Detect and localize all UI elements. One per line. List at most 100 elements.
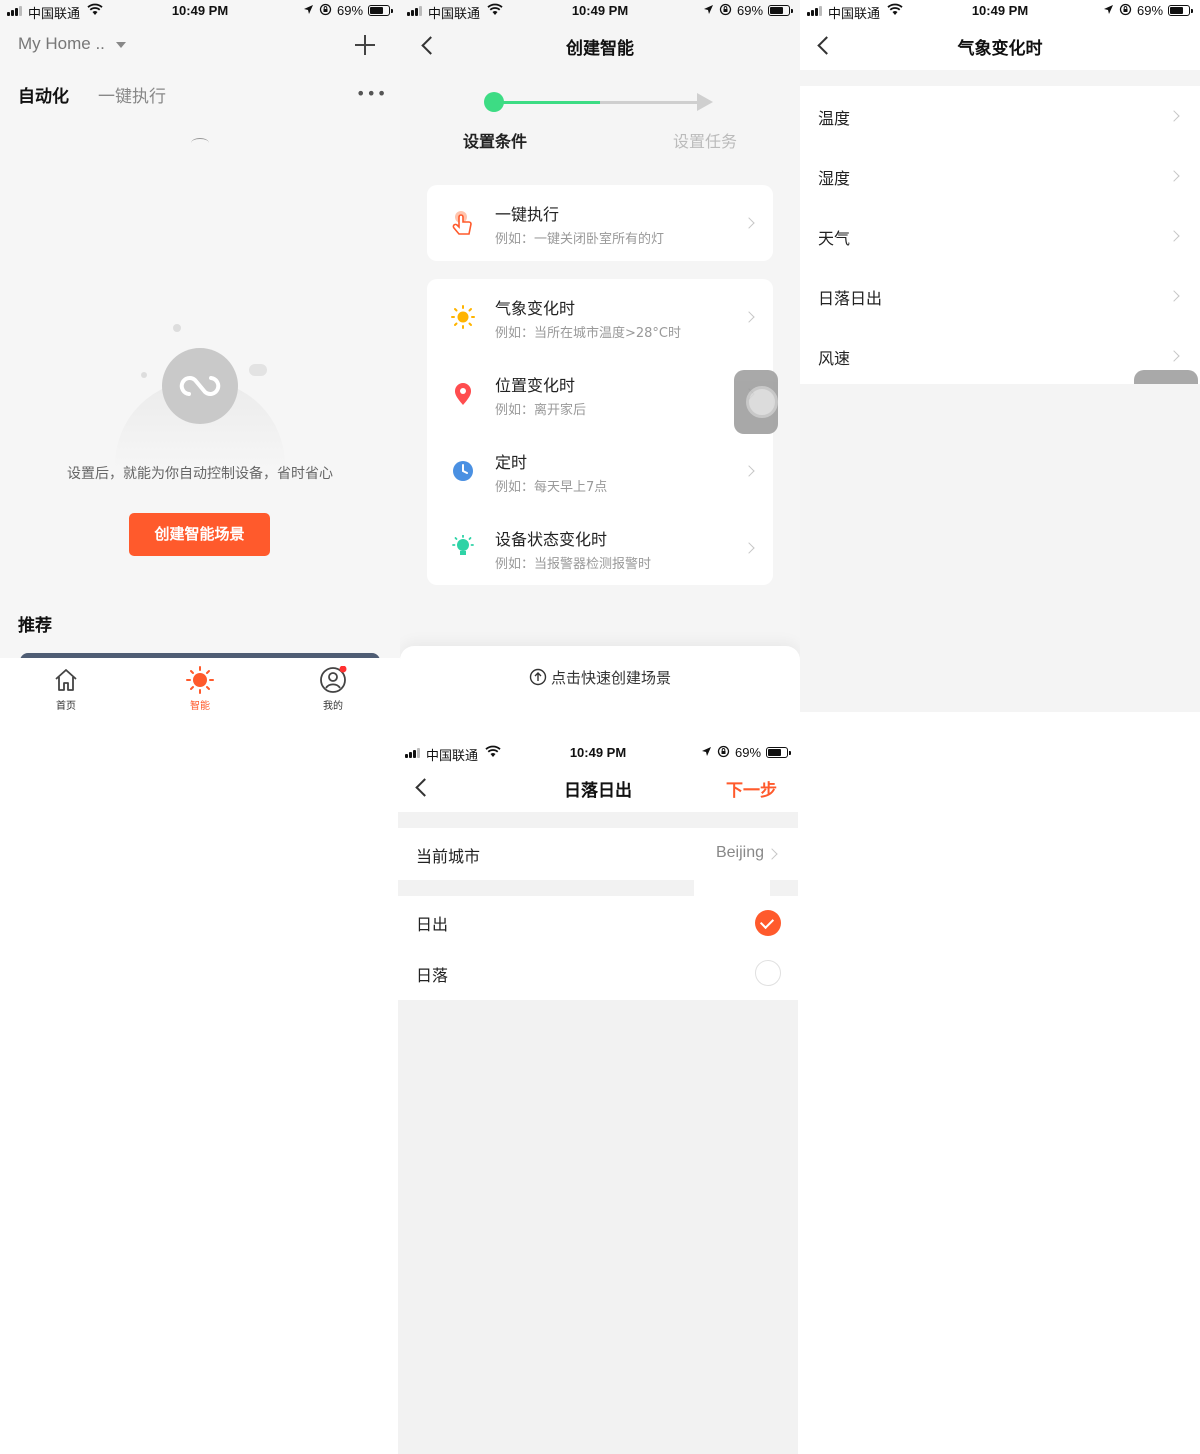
weather-option-weather[interactable]: 天气 <box>800 206 1200 266</box>
location-arrow-icon <box>1104 5 1113 14</box>
weather-option-humidity[interactable]: 湿度 <box>800 146 1200 206</box>
quick-create-row: 点击快速创建场景 <box>400 667 800 688</box>
chevron-right-icon <box>1168 110 1180 122</box>
condition-weather[interactable]: 气象变化时 例如：当所在城市温度>28°C时 <box>427 279 773 355</box>
progress-remaining <box>600 101 702 104</box>
option-label: 天气 <box>818 229 851 248</box>
chevron-right-icon <box>1168 290 1180 302</box>
city-label: 当前城市 <box>416 847 481 866</box>
home-icon <box>55 669 77 691</box>
loading-spinner-icon <box>191 138 209 148</box>
current-city-row[interactable]: 当前城市 Beijing <box>398 828 798 880</box>
assistive-touch-button[interactable] <box>1134 370 1198 384</box>
chevron-right-icon <box>743 465 755 477</box>
condition-title: 定时 <box>495 453 528 472</box>
location-arrow-icon <box>702 747 711 756</box>
option-label: 温度 <box>818 109 851 128</box>
clock-icon <box>453 461 473 481</box>
status-bar: 中国联通 10:49 PM 69% <box>400 0 800 22</box>
condition-desc: 例如：离开家后 <box>495 403 587 418</box>
weather-options-list: 温度 湿度 天气 日落日出 风速 <box>800 86 1200 384</box>
option-sunset[interactable]: 日落 <box>398 948 798 1000</box>
empty-illustration <box>115 320 285 470</box>
chevron-right-icon <box>743 542 755 554</box>
location-arrow-icon <box>304 5 313 14</box>
option-sunrise[interactable]: 日出 <box>398 896 798 948</box>
step-tasks: 设置任务 <box>672 132 737 151</box>
nav-mine[interactable]: 我的 <box>303 665 363 712</box>
automation-screen: 中国联通 10:49 PM 69% My Home .. 自动化 一键执行 ••… <box>0 0 400 712</box>
battery-icon <box>768 5 793 16</box>
home-label: My Home .. <box>18 34 105 53</box>
checked-icon <box>755 910 781 936</box>
sun-icon <box>451 305 475 329</box>
rotation-lock-icon <box>719 3 732 16</box>
separator-fragment <box>694 880 770 896</box>
nav-home-label: 首页 <box>56 701 76 712</box>
weather-change-screen: 中国联通 10:49 PM 69% 气象变化时 温度 湿度 天气 日落日出 风速 <box>800 0 1200 712</box>
battery-percent: 69% <box>737 3 764 18</box>
chevron-right-icon <box>1168 230 1180 242</box>
bottom-nav: 首页 智能 我的 <box>0 658 400 712</box>
empty-text: 设置后，就能为你自动控制设备，省时省心 <box>67 466 333 482</box>
quick-create-label: 点击快速创建场景 <box>550 669 671 687</box>
nav-home[interactable]: 首页 <box>36 666 96 712</box>
progress-done <box>494 101 600 104</box>
nav-smart-label: 智能 <box>190 701 210 712</box>
option-label: 日落 <box>416 966 449 985</box>
status-bar: 中国联通 10:49 PM 69% <box>398 742 798 764</box>
profile-icon <box>320 665 347 693</box>
battery-percent: 69% <box>337 3 364 18</box>
battery-percent: 69% <box>1137 3 1164 18</box>
chevron-right-icon <box>743 217 755 229</box>
rotation-lock-icon <box>319 3 332 16</box>
create-scene-button[interactable]: 创建智能场景 <box>129 513 270 556</box>
more-icon[interactable]: ••• <box>356 84 387 103</box>
condition-location[interactable]: 位置变化时 例如：离开家后 <box>427 356 773 432</box>
page-title: 创建智能 <box>566 39 634 59</box>
rotation-lock-icon <box>1119 3 1132 16</box>
condition-title: 气象变化时 <box>495 299 576 318</box>
recommend-heading: 推荐 <box>18 616 52 636</box>
loop-icon <box>179 376 221 396</box>
condition-timer[interactable]: 定时 例如：每天早上7点 <box>427 433 773 509</box>
weather-option-temperature[interactable]: 温度 <box>800 86 1200 146</box>
condition-desc: 例如：一键关闭卧室所有的灯 <box>495 232 665 247</box>
status-bar: 中国联通 10:49 PM 69% <box>0 0 400 22</box>
progress-dot <box>484 92 504 112</box>
location-arrow-icon <box>704 5 713 14</box>
battery-icon <box>368 5 393 16</box>
sun-options-list: 日出 日落 <box>398 896 798 1000</box>
quick-create-panel[interactable]: 点击快速创建场景 <box>400 646 800 712</box>
page-title: 气象变化时 <box>957 39 1043 59</box>
location-pin-icon <box>455 383 471 405</box>
unchecked-circle-icon <box>755 960 781 986</box>
assistive-touch-button[interactable] <box>734 370 778 434</box>
chevron-right-icon <box>743 311 755 323</box>
condition-title: 一键执行 <box>495 205 560 224</box>
rotation-lock-icon <box>717 745 730 758</box>
tab-automation[interactable]: 自动化 <box>18 82 69 107</box>
tab-one-click[interactable]: 一键执行 <box>98 82 166 107</box>
home-selector[interactable]: My Home .. <box>18 34 126 54</box>
condition-desc: 例如：当所在城市温度>28°C时 <box>495 326 682 341</box>
weather-option-sunset-sunrise[interactable]: 日落日出 <box>800 266 1200 326</box>
sun-icon <box>186 666 214 694</box>
condition-device[interactable]: 设备状态变化时 例如：当报警器检测报警时 <box>427 510 773 586</box>
conditions-list: 气象变化时 例如：当所在城市温度>28°C时 位置变化时 例如：离开家后 定时 … <box>427 279 773 585</box>
condition-one-click[interactable]: 一键执行 例如：一键关闭卧室所有的灯 <box>427 185 773 261</box>
condition-desc: 例如：每天早上7点 <box>495 480 608 495</box>
condition-title: 设备状态变化时 <box>495 530 608 549</box>
arrow-up-circle-icon <box>529 668 547 686</box>
option-label: 日落日出 <box>818 289 883 308</box>
next-button[interactable]: 下一步 <box>726 776 777 801</box>
option-label: 日出 <box>416 915 449 934</box>
nav-mine-label: 我的 <box>323 701 343 712</box>
city-value: Beijing <box>715 844 764 861</box>
add-icon[interactable] <box>355 35 375 55</box>
condition-desc: 例如：当报警器检测报警时 <box>495 557 652 572</box>
battery-percent: 69% <box>735 745 762 760</box>
nav-smart[interactable]: 智能 <box>170 666 230 712</box>
create-smart-screen: 中国联通 10:49 PM 69% 创建智能 设置条件 设置任务 一键执行 例如… <box>400 0 800 712</box>
option-label: 风速 <box>818 349 851 368</box>
